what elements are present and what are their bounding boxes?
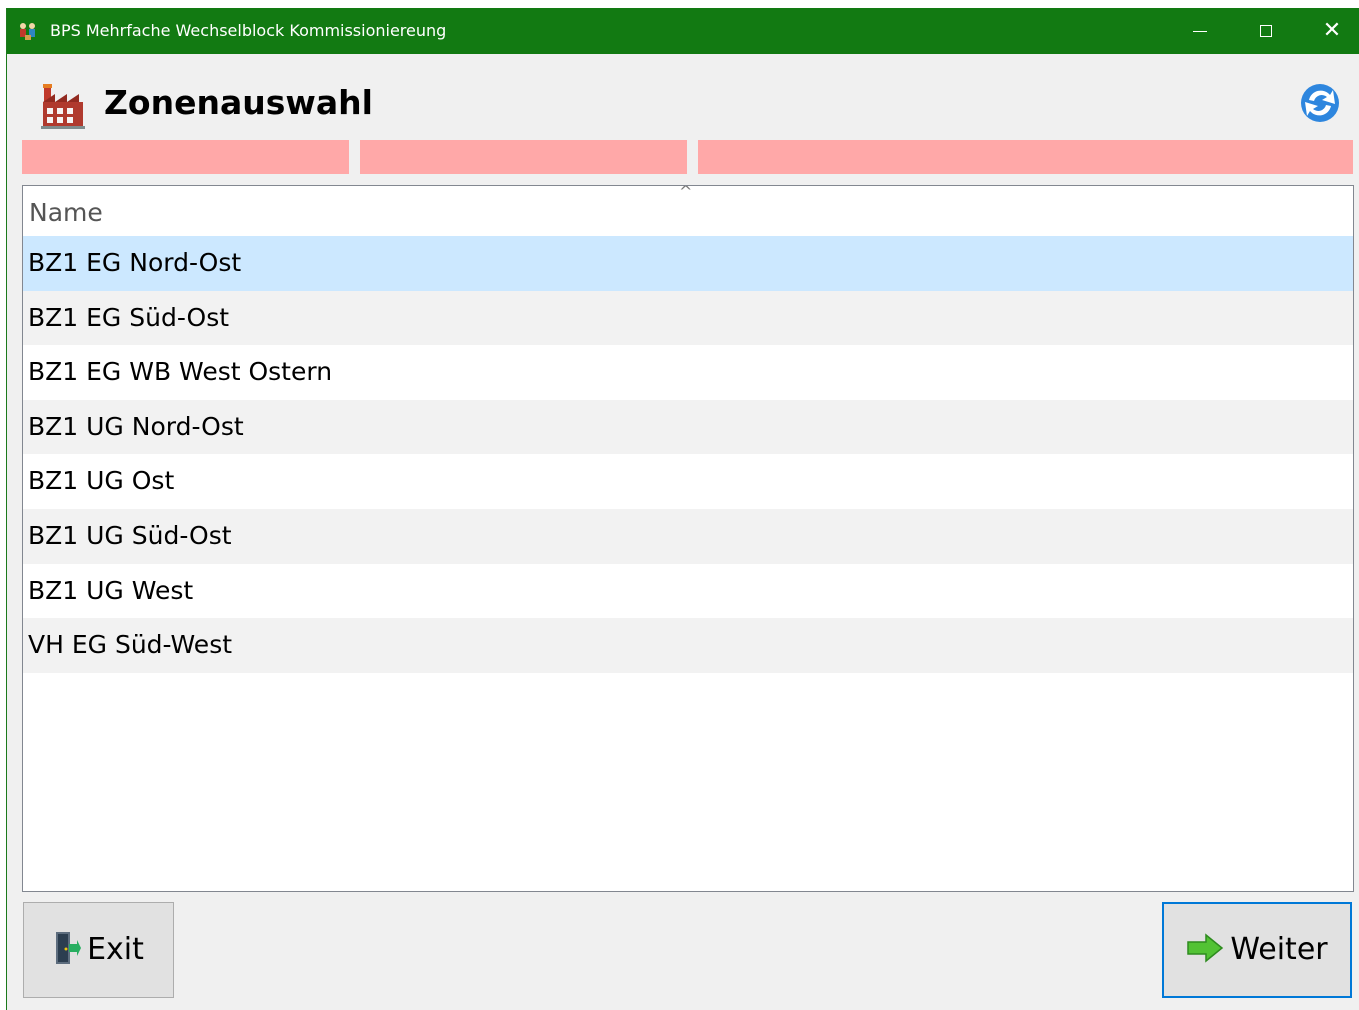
exit-button-label: Exit <box>87 932 144 967</box>
page-title: Zonenauswahl <box>104 83 373 122</box>
status-field-3 <box>698 140 1353 174</box>
window-title: BPS Mehrfache Wechselblock Kommissionier… <box>50 21 447 40</box>
list-item-label: BZ1 EG Süd-Ost <box>28 302 230 332</box>
list-item-label: BZ1 EG Nord-Ost <box>28 248 242 277</box>
list-item[interactable]: BZ1 EG Süd-Ost <box>23 290 1353 346</box>
refresh-icon <box>1301 84 1339 122</box>
list-item[interactable]: BZ1 UG Nord-Ost <box>23 399 1353 455</box>
refresh-button[interactable] <box>1295 78 1345 128</box>
column-header-name[interactable]: ^ Name <box>23 186 1353 236</box>
exit-button[interactable]: Exit <box>23 902 174 998</box>
list-item[interactable]: BZ1 UG Ost <box>23 454 1353 509</box>
list-item[interactable]: VH EG Süd-West <box>23 618 1353 673</box>
list-item[interactable]: BZ1 EG WB West Ostern <box>23 345 1353 400</box>
list-item-label: BZ1 UG Nord-Ost <box>28 411 244 441</box>
app-window: BPS Mehrfache Wechselblock Kommissionier… <box>6 8 1359 1010</box>
list-item-label: BZ1 UG Ost <box>28 466 175 496</box>
column-header-label: Name <box>29 198 103 227</box>
next-button[interactable]: Weiter <box>1162 902 1352 998</box>
minimize-button[interactable] <box>1167 8 1233 54</box>
list-item[interactable]: BZ1 UG West <box>23 563 1353 619</box>
next-button-label: Weiter <box>1230 932 1328 967</box>
arrow-right-icon <box>1186 933 1224 967</box>
maximize-icon <box>1260 25 1272 37</box>
status-field-2 <box>360 140 687 174</box>
list-item-label: BZ1 UG West <box>28 575 194 605</box>
minimize-icon <box>1193 30 1207 32</box>
title-bar[interactable]: BPS Mehrfache Wechselblock Kommissionier… <box>7 8 1359 54</box>
sort-ascending-icon: ^ <box>679 185 693 201</box>
list-item-label: VH EG Süd-West <box>28 630 233 660</box>
close-icon: ✕ <box>1322 18 1342 43</box>
app-icon <box>17 21 39 41</box>
zone-list[interactable]: ^ Name BZ1 EG Nord-Ost BZ1 EG Süd-Ost BZ… <box>22 185 1354 892</box>
maximize-button[interactable] <box>1233 8 1299 54</box>
list-item[interactable]: BZ1 EG Nord-Ost <box>23 236 1353 291</box>
list-item[interactable]: BZ1 UG Süd-Ost <box>23 508 1353 564</box>
status-field-1 <box>22 140 349 174</box>
factory-icon <box>39 82 87 132</box>
list-item-label: BZ1 UG Süd-Ost <box>28 520 232 550</box>
list-rows: BZ1 EG Nord-Ost BZ1 EG Süd-Ost BZ1 EG WB… <box>23 236 1353 673</box>
list-item-label: BZ1 EG WB West Ostern <box>28 357 333 387</box>
close-button[interactable]: ✕ <box>1299 8 1359 54</box>
exit-door-icon <box>53 930 82 970</box>
